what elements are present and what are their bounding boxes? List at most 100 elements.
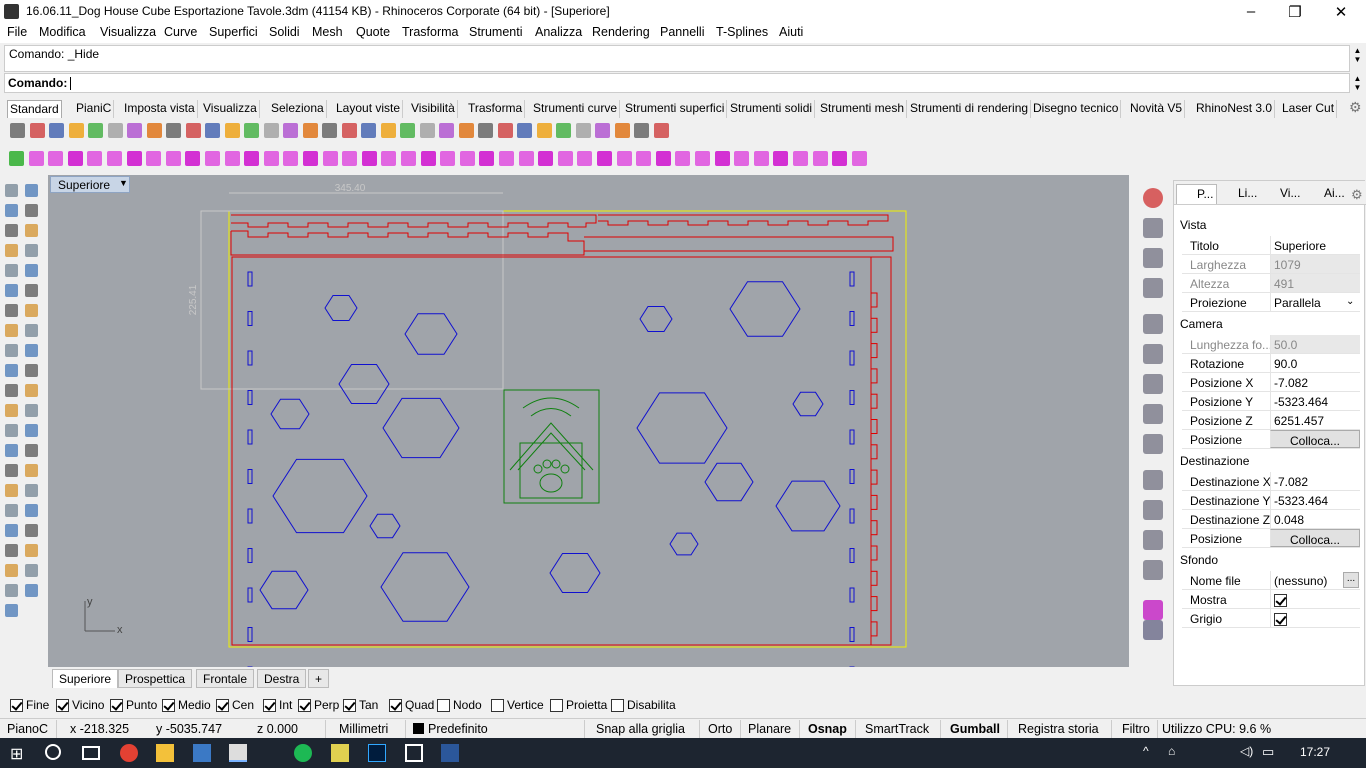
standard-tool-icon[interactable] bbox=[634, 123, 649, 138]
view-tool-icon[interactable] bbox=[1143, 600, 1163, 620]
windows-start-icon[interactable]: ⊞ bbox=[10, 744, 28, 763]
rhino-taskbar-icon[interactable] bbox=[229, 744, 247, 762]
grigio-checkbox[interactable] bbox=[1274, 613, 1287, 627]
view-tool-icon[interactable] bbox=[1143, 248, 1163, 268]
tray-chevron-icon[interactable]: ^ bbox=[1143, 744, 1149, 758]
standard-tool-icon[interactable] bbox=[439, 123, 454, 138]
browse-button[interactable]: ... bbox=[1343, 572, 1359, 588]
notes-icon[interactable] bbox=[331, 744, 349, 762]
laser-cut-tool-icon[interactable] bbox=[616, 151, 632, 166]
tab-layout-viste[interactable]: Layout viste bbox=[334, 100, 404, 118]
history-scroll-arrows[interactable]: ▲ ▼ bbox=[1351, 46, 1364, 72]
tab-pianic[interactable]: PianiC bbox=[74, 100, 115, 118]
orto-toggle[interactable]: Orto bbox=[708, 722, 732, 736]
file-explorer-icon[interactable] bbox=[156, 744, 174, 762]
laser-cut-tool-icon[interactable] bbox=[322, 151, 338, 166]
command-line-input[interactable]: Comando: bbox=[4, 73, 1350, 93]
osnap-checkbox[interactable] bbox=[10, 698, 23, 712]
drawing-canvas[interactable]: 345.40 225.41 y x bbox=[48, 175, 1129, 761]
status-layer[interactable]: Predefinito bbox=[428, 722, 488, 736]
laser-cut-tool-icon[interactable] bbox=[165, 151, 181, 166]
standard-tool-icon[interactable] bbox=[302, 123, 318, 138]
menu-curve[interactable]: Curve bbox=[164, 25, 197, 39]
laser-cut-tool-icon[interactable] bbox=[734, 151, 750, 166]
laser-cut-tool-icon[interactable] bbox=[714, 151, 730, 166]
osnap-checkbox[interactable] bbox=[162, 698, 175, 712]
minimize-button[interactable]: – bbox=[1228, 0, 1274, 23]
menu-tsplines[interactable]: T-Splines bbox=[716, 25, 768, 39]
osnap-checkbox[interactable] bbox=[263, 698, 276, 712]
standard-tool-icon[interactable] bbox=[517, 123, 532, 138]
view-tool-icon[interactable] bbox=[1143, 314, 1163, 334]
status-units[interactable]: Millimetri bbox=[339, 722, 388, 736]
view-tool-icon[interactable] bbox=[1143, 434, 1163, 454]
laser-cut-tool-icon[interactable] bbox=[48, 151, 64, 166]
standard-tool-icon[interactable] bbox=[68, 123, 84, 138]
standard-tool-icon[interactable] bbox=[575, 123, 591, 138]
view-tool-icon[interactable] bbox=[1143, 470, 1163, 490]
osnap-checkbox[interactable] bbox=[437, 698, 450, 712]
laser-cut-tool-icon[interactable] bbox=[440, 151, 456, 166]
osnap-checkbox[interactable] bbox=[343, 698, 356, 712]
draw-tool-icon[interactable] bbox=[5, 484, 18, 497]
draw-tool-icon[interactable] bbox=[25, 284, 38, 297]
laser-cut-tool-icon[interactable] bbox=[87, 151, 103, 166]
view-tool-icon[interactable] bbox=[1143, 374, 1163, 394]
gumball-toggle[interactable]: Gumball bbox=[950, 722, 1000, 736]
chevron-down-icon[interactable]: ⌄ bbox=[1346, 296, 1354, 307]
laser-cut-tool-icon[interactable] bbox=[283, 151, 299, 166]
osnap-disabilita[interactable]: Disabilita bbox=[611, 698, 676, 712]
draw-tool-icon[interactable] bbox=[25, 484, 38, 497]
draw-tool-icon[interactable] bbox=[5, 224, 18, 237]
osnap-cen[interactable]: Cen bbox=[216, 698, 254, 712]
osnap-fine[interactable]: Fine bbox=[10, 698, 49, 712]
laser-cut-tool-icon[interactable] bbox=[224, 151, 240, 166]
gear-icon[interactable]: ⚙ bbox=[1349, 99, 1362, 116]
laser-cut-tool-icon[interactable] bbox=[773, 151, 789, 166]
menu-rendering[interactable]: Rendering bbox=[592, 25, 650, 39]
volume-icon[interactable]: ◁) bbox=[1240, 744, 1253, 758]
standard-tool-icon[interactable] bbox=[322, 123, 337, 138]
view-tool-icon[interactable] bbox=[1143, 404, 1163, 424]
laser-cut-tool-icon[interactable] bbox=[420, 151, 436, 166]
osnap-checkbox[interactable] bbox=[216, 698, 229, 712]
draw-tool-icon[interactable] bbox=[5, 444, 18, 457]
osnap-proietta[interactable]: Proietta bbox=[550, 698, 607, 712]
laser-cut-tool-icon[interactable] bbox=[459, 151, 475, 166]
tab-strumenti-superfici[interactable]: Strumenti superfici bbox=[623, 100, 728, 118]
draw-tool-icon[interactable] bbox=[25, 424, 38, 437]
draw-tool-icon[interactable] bbox=[25, 204, 38, 217]
standard-tool-icon[interactable] bbox=[10, 123, 25, 138]
standard-tool-icon[interactable] bbox=[244, 123, 259, 138]
menu-visualizza[interactable]: Visualizza bbox=[100, 25, 156, 39]
osnap-int[interactable]: Int bbox=[263, 698, 292, 712]
laser-cut-tool-icon[interactable] bbox=[401, 151, 416, 166]
tab-disegno-tecnico[interactable]: Disegno tecnico bbox=[1031, 100, 1122, 118]
menu-file[interactable]: File bbox=[7, 25, 27, 39]
standard-tool-icon[interactable] bbox=[283, 123, 298, 138]
panel-gear-icon[interactable]: ⚙ bbox=[1351, 187, 1363, 203]
draw-tool-icon[interactable] bbox=[25, 264, 38, 277]
smarttrack-toggle[interactable]: SmartTrack bbox=[865, 722, 929, 736]
draw-tool-icon[interactable] bbox=[5, 424, 18, 437]
menu-trasforma[interactable]: Trasforma bbox=[402, 25, 459, 39]
menu-solidi[interactable]: Solidi bbox=[269, 25, 300, 39]
draw-tool-icon[interactable] bbox=[5, 184, 18, 197]
tray-network-icon[interactable]: ⌂ bbox=[1168, 744, 1175, 758]
standard-tool-icon[interactable] bbox=[107, 123, 123, 138]
standard-tool-icon[interactable] bbox=[205, 123, 220, 138]
tab-strumenti-solidi[interactable]: Strumenti solidi bbox=[728, 100, 816, 118]
tab-standard[interactable]: Standard bbox=[7, 100, 62, 118]
draw-tool-icon[interactable] bbox=[25, 184, 38, 197]
tab-strumenti-mesh[interactable]: Strumenti mesh bbox=[818, 100, 908, 118]
draw-tool-icon[interactable] bbox=[5, 244, 18, 257]
laser-cut-tool-icon[interactable] bbox=[126, 151, 142, 166]
standard-tool-icon[interactable] bbox=[497, 123, 513, 138]
draw-tool-icon[interactable] bbox=[25, 384, 38, 397]
osnap-vicino[interactable]: Vicino bbox=[56, 698, 104, 712]
draw-tool-icon[interactable] bbox=[5, 584, 18, 597]
view-tool-icon[interactable] bbox=[1143, 620, 1163, 640]
osnap-checkbox[interactable] bbox=[298, 698, 311, 712]
word-icon[interactable] bbox=[441, 744, 459, 762]
menu-strumenti[interactable]: Strumenti bbox=[469, 25, 523, 39]
